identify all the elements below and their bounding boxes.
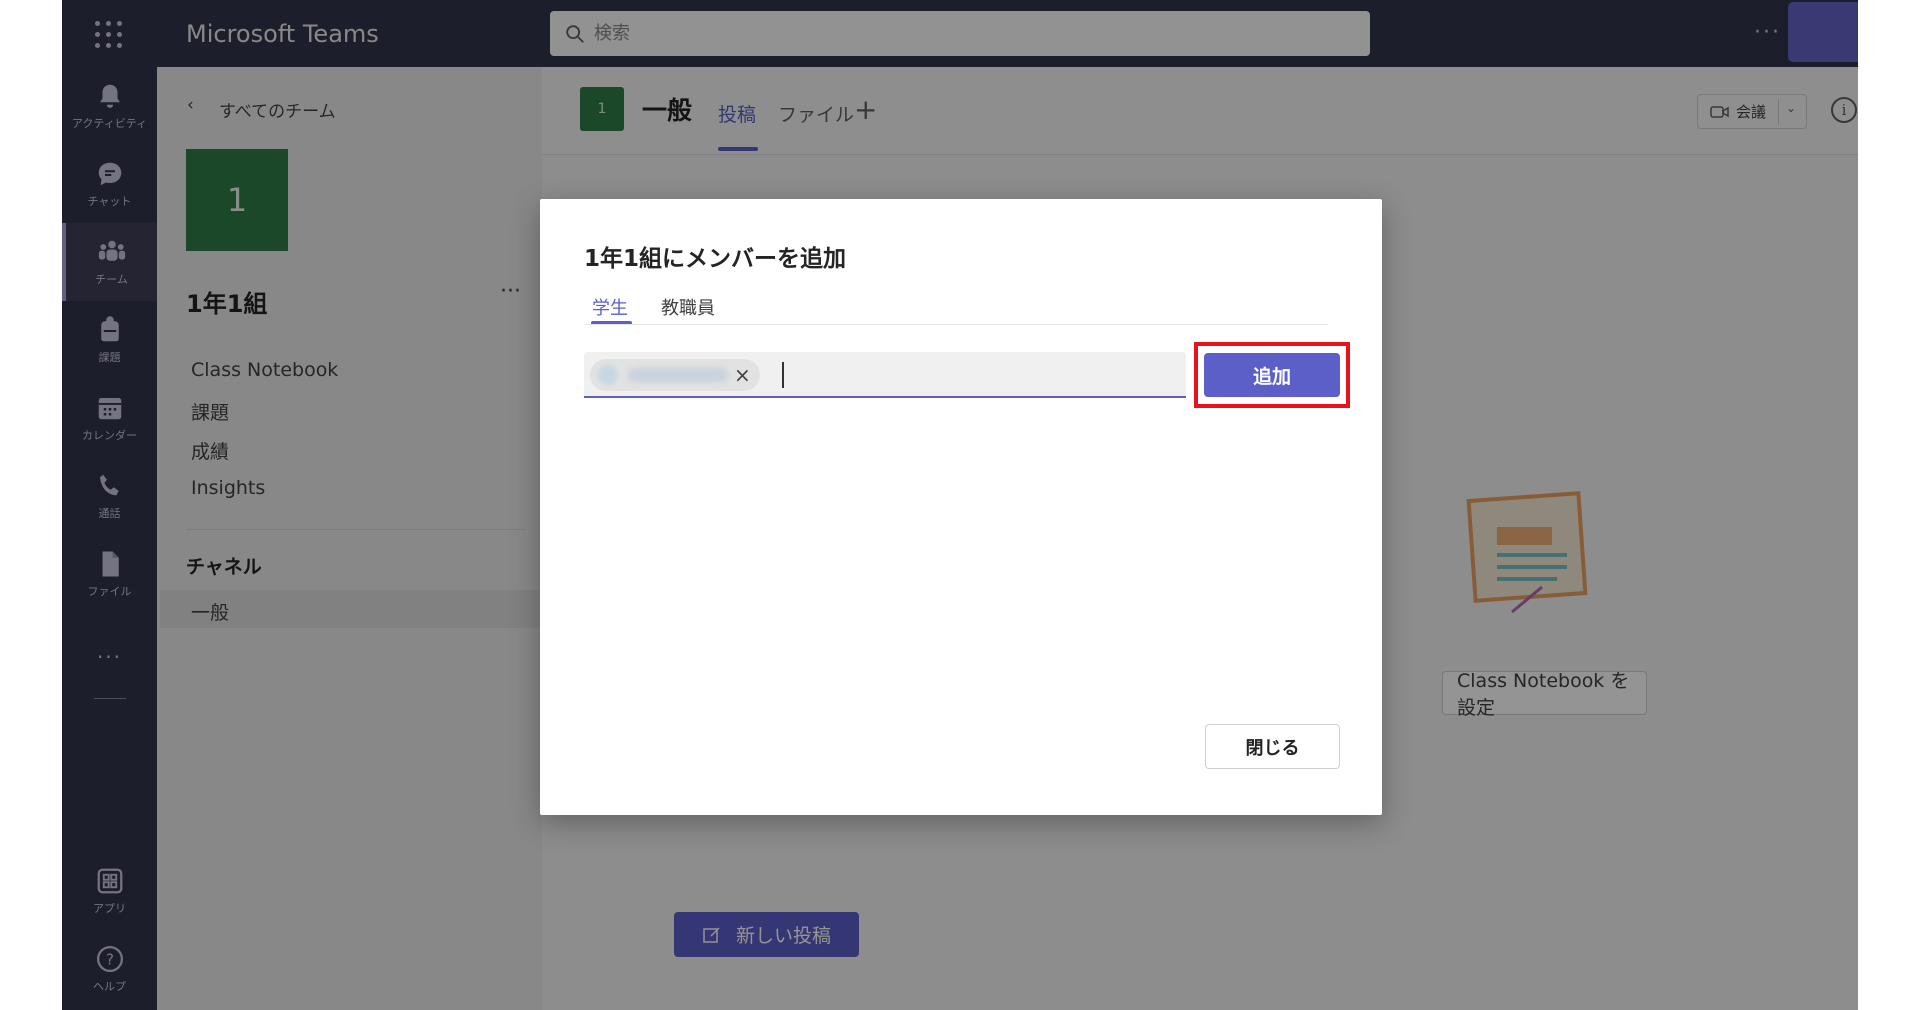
- people-picker-input[interactable]: ×: [584, 352, 1186, 398]
- add-members-dialog: 1年1組にメンバーを追加 学生 教職員 × 追加 閉じる: [540, 199, 1382, 815]
- person-avatar: [598, 365, 618, 385]
- tab-divider: [584, 324, 1328, 325]
- close-button[interactable]: 閉じる: [1205, 724, 1340, 769]
- tab-students[interactable]: 学生: [592, 294, 628, 320]
- highlight-box: [1194, 342, 1350, 408]
- teams-window: Microsoft Teams ··· アクティビティ チャット チーム 課題 …: [62, 0, 1858, 1010]
- remove-person-icon[interactable]: ×: [734, 362, 751, 388]
- tab-staff[interactable]: 教職員: [661, 294, 715, 320]
- selected-person-chip: ×: [590, 359, 760, 391]
- dialog-title: 1年1組にメンバーを追加: [584, 246, 847, 272]
- text-cursor: [782, 362, 784, 388]
- person-name-blurred: [628, 368, 728, 382]
